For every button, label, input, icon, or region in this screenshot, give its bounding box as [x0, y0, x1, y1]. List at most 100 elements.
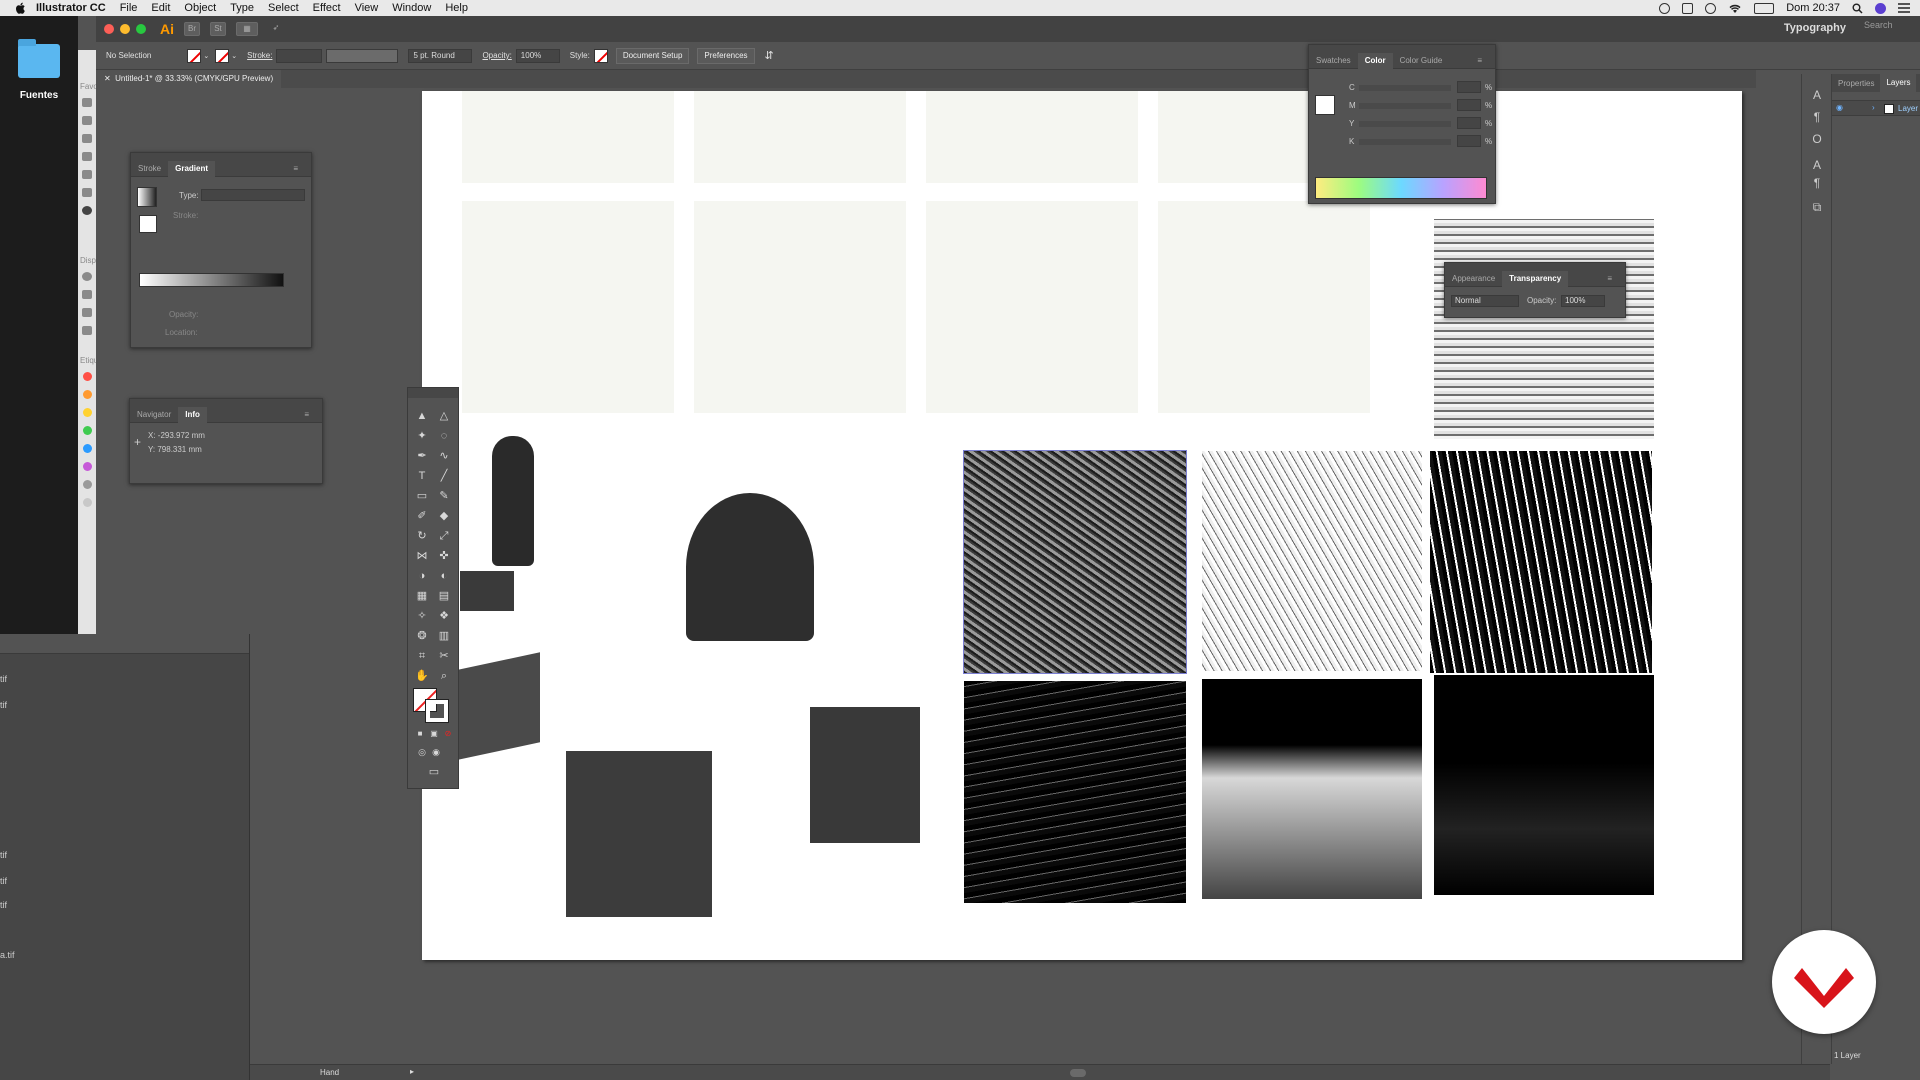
menubar-clock[interactable]: Dom 20:37: [1786, 2, 1840, 14]
blend-tool-icon[interactable]: ❖: [436, 608, 452, 624]
placeholder-frame[interactable]: [1158, 201, 1370, 413]
rectangle-tool-icon[interactable]: ▭: [414, 488, 430, 504]
disk-icon[interactable]: [82, 326, 92, 335]
help-search-input[interactable]: Search: [1864, 20, 1920, 36]
paragraph-panel-icon[interactable]: ¶: [1810, 110, 1824, 124]
current-tool-status[interactable]: Hand: [320, 1068, 339, 1077]
menu-view[interactable]: View: [355, 2, 379, 14]
pen-tool-icon[interactable]: ✒: [414, 448, 430, 464]
bridge-button[interactable]: Br: [184, 22, 200, 36]
horizontal-scrollbar-thumb[interactable]: [1070, 1069, 1086, 1077]
preferences-button[interactable]: Preferences: [697, 47, 755, 64]
puppet-warp-tool-icon[interactable]: ✜: [436, 548, 452, 564]
zoom-tool-icon[interactable]: ⌕: [436, 668, 452, 684]
chevron-down-icon[interactable]: ⌄: [203, 52, 209, 60]
finder-item-icon[interactable]: [82, 188, 92, 197]
tag-red-icon[interactable]: [83, 372, 92, 381]
menu-file[interactable]: File: [120, 2, 138, 14]
hand-tool-icon[interactable]: ✋: [414, 668, 430, 684]
gradient-type-select[interactable]: [201, 189, 305, 201]
zoom-window-button[interactable]: [136, 24, 146, 34]
spotlight-search-icon[interactable]: [1852, 3, 1863, 14]
channel-m-slider[interactable]: [1359, 103, 1451, 109]
tab-stroke[interactable]: Stroke: [131, 164, 168, 173]
rotate-tool-icon[interactable]: ↻: [414, 528, 430, 544]
channel-m-field[interactable]: [1457, 99, 1481, 111]
minimize-window-button[interactable]: [120, 24, 130, 34]
channel-k-slider[interactable]: [1359, 139, 1451, 145]
workspace-switcher[interactable]: Typography: [1784, 22, 1846, 34]
battery-icon[interactable]: [1754, 2, 1775, 14]
tab-transparency[interactable]: Transparency: [1502, 270, 1569, 287]
tab-properties[interactable]: Properties: [1832, 79, 1880, 88]
download-icon[interactable]: [82, 206, 92, 215]
channel-y-slider[interactable]: [1359, 121, 1451, 127]
menu-type[interactable]: Type: [230, 2, 254, 14]
scale-tool-icon[interactable]: ⤢: [436, 528, 452, 544]
collage-figure-man-city[interactable]: [566, 751, 712, 917]
tag-yellow-icon[interactable]: [83, 408, 92, 417]
fill-swatch[interactable]: [187, 48, 202, 63]
record-icon[interactable]: [1659, 2, 1671, 14]
texture-image-mountain[interactable]: [1202, 679, 1422, 899]
tab-color[interactable]: Color: [1357, 52, 1393, 69]
draw-inside-icon[interactable]: ◉: [428, 744, 444, 760]
document-setup-button[interactable]: Document Setup: [615, 47, 690, 64]
panel-close-bar[interactable]: [408, 388, 458, 398]
tag-green-icon[interactable]: [83, 426, 92, 435]
tag-all-icon[interactable]: [83, 498, 92, 507]
tab-appearance[interactable]: Appearance: [1445, 274, 1502, 283]
blend-mode-select[interactable]: Normal: [1451, 295, 1519, 307]
live-paint-tool-icon[interactable]: ◐: [436, 568, 452, 584]
menu-effect[interactable]: Effect: [313, 2, 341, 14]
opacity-field[interactable]: 100%: [515, 48, 560, 63]
file-item[interactable]: tif: [0, 674, 7, 684]
paintbrush-tool-icon[interactable]: ✎: [436, 488, 452, 504]
tag-orange-icon[interactable]: [83, 390, 92, 399]
slice-tool-icon[interactable]: ✂: [436, 648, 452, 664]
eyedropper-tool-icon[interactable]: ✧: [414, 608, 430, 624]
tab-swatches[interactable]: Swatches: [1309, 56, 1358, 65]
gradient-slider[interactable]: [139, 273, 284, 287]
panel-menu-icon[interactable]: ≡: [1470, 56, 1489, 65]
magic-wand-tool-icon[interactable]: ✦: [414, 428, 430, 444]
menu-select[interactable]: Select: [268, 2, 299, 14]
file-item[interactable]: tif: [0, 700, 7, 710]
finder-item-icon[interactable]: [82, 170, 92, 179]
placeholder-frame[interactable]: [462, 91, 674, 183]
texture-image-streaks[interactable]: [964, 681, 1186, 903]
type-tool-icon[interactable]: T: [414, 468, 430, 484]
folder-label[interactable]: Fuentes: [4, 90, 74, 101]
character-panel-icon[interactable]: A: [1810, 88, 1824, 102]
menu-app-name[interactable]: Illustrator CC: [36, 2, 106, 14]
channel-y-field[interactable]: [1457, 117, 1481, 129]
collage-figure-man-walking[interactable]: [492, 436, 534, 566]
finder-item-icon[interactable]: [82, 152, 92, 161]
close-window-button[interactable]: [104, 24, 114, 34]
lasso-tool-icon[interactable]: ◌: [436, 428, 452, 444]
shaper-tool-icon[interactable]: ✐: [414, 508, 430, 524]
eraser-tool-icon[interactable]: ◆: [436, 508, 452, 524]
stroke-color-swatch[interactable]: [425, 699, 449, 723]
placeholder-frame[interactable]: [926, 91, 1138, 183]
screen-mode-icon[interactable]: ▭: [426, 764, 442, 780]
tab-color-guide[interactable]: Color Guide: [1393, 56, 1450, 65]
tab-navigator[interactable]: Navigator: [130, 410, 178, 419]
placeholder-frame[interactable]: [694, 201, 906, 413]
variable-width-field[interactable]: [326, 48, 399, 63]
panel-menu-icon[interactable]: ≡: [1600, 274, 1619, 283]
menu-help[interactable]: Help: [445, 2, 468, 14]
texture-image-halftone[interactable]: [1434, 219, 1654, 439]
tab-info[interactable]: Info: [178, 406, 207, 423]
line-tool-icon[interactable]: ╱: [436, 468, 452, 484]
graphic-style-swatch[interactable]: [593, 48, 608, 63]
menu-window[interactable]: Window: [392, 2, 431, 14]
menu-edit[interactable]: Edit: [151, 2, 170, 14]
shape-builder-tool-icon[interactable]: ◑: [414, 568, 430, 584]
perspective-grid-tool-icon[interactable]: ▦: [414, 588, 430, 604]
transparency-opacity-field[interactable]: 100%: [1561, 295, 1605, 307]
panel-menu-icon[interactable]: ≡: [286, 164, 305, 173]
channel-c-field[interactable]: [1457, 81, 1481, 93]
collage-figure-man-pointing[interactable]: [810, 707, 920, 843]
panel-close-bar[interactable]: [1309, 45, 1495, 53]
